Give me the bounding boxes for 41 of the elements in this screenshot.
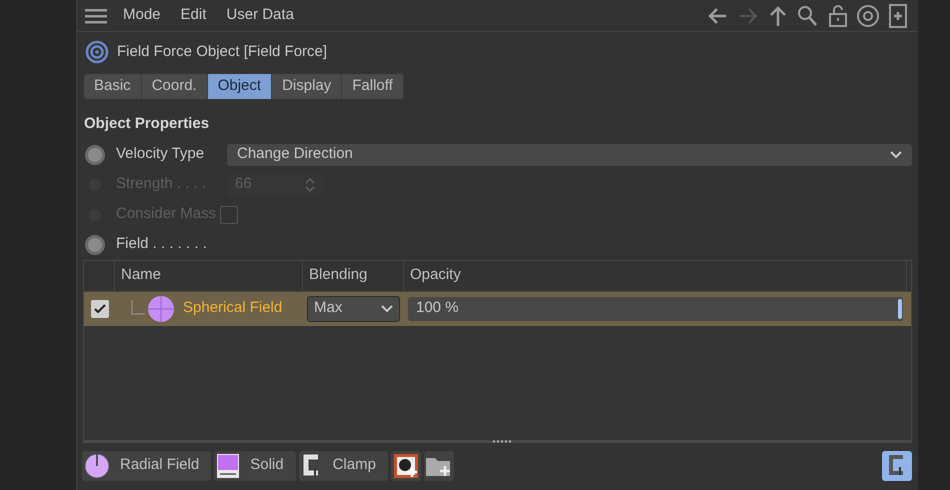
tree-line-icon (131, 300, 145, 318)
blending-dropdown[interactable]: Max (307, 296, 400, 322)
property-label: Velocity Type (116, 144, 206, 164)
object-title: Field Force Object [Field Force] (117, 42, 328, 62)
new-panel-icon[interactable] (886, 4, 910, 28)
target-icon[interactable] (856, 4, 880, 28)
checkbox[interactable] (90, 300, 108, 318)
section-title: Object Properties (84, 114, 210, 134)
dropdown[interactable]: Change Direction (227, 144, 912, 166)
property-label: Field . . . . . . . (116, 234, 208, 254)
animation-radio-icon[interactable] (85, 234, 105, 254)
resize-grip-icon[interactable] (492, 440, 512, 442)
slider-handle[interactable] (898, 298, 902, 318)
add-solid-button[interactable]: Solid (214, 450, 296, 480)
signal-rings-icon (85, 40, 109, 64)
clamp-toggle-button[interactable] (882, 450, 912, 480)
add-folder-button[interactable] (424, 450, 454, 480)
animation-radio-icon[interactable] (85, 144, 105, 164)
check-icon (94, 304, 106, 314)
dial-icon (84, 452, 110, 478)
add-clamp-button[interactable]: Clamp (298, 450, 388, 480)
field-name: Spherical Field (183, 298, 282, 318)
opacity-slider[interactable]: 100 % (408, 296, 903, 320)
menu-item[interactable]: Mode (123, 4, 161, 27)
menu-item[interactable]: Edit (180, 4, 206, 27)
column-header[interactable]: Name (115, 260, 303, 290)
list-row[interactable]: Spherical Field Max 100 % (84, 292, 911, 326)
tab[interactable]: Object (208, 74, 272, 99)
search-icon[interactable] (796, 4, 820, 28)
column-header[interactable]: Blending (303, 260, 404, 290)
solid-square-icon (216, 452, 240, 478)
chevron-down-icon (381, 304, 393, 312)
padlock-icon[interactable] (826, 4, 850, 28)
add-layer-button[interactable] (390, 450, 421, 480)
column-header[interactable]: Opacity (404, 260, 907, 290)
add-radial-button[interactable]: Radial Field (82, 450, 212, 480)
tab[interactable]: Basic (84, 74, 142, 99)
chevron-down-icon (890, 150, 902, 158)
menu-icon[interactable] (85, 8, 107, 24)
sphere-icon (147, 294, 175, 322)
menu-item[interactable]: User Data (226, 4, 294, 27)
